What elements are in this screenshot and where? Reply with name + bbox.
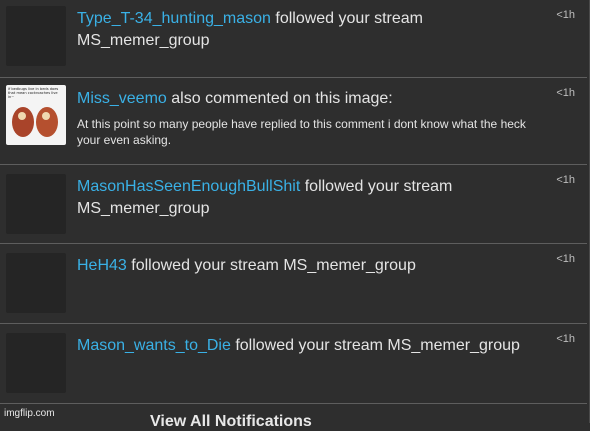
notification-action: followed your stream — [275, 10, 423, 27]
avatar[interactable] — [6, 333, 66, 393]
timestamp: <1h — [556, 87, 575, 99]
timestamp: <1h — [556, 333, 575, 345]
avatar[interactable] — [6, 6, 66, 66]
watermark: imgflip.com — [4, 408, 55, 419]
comment-image-thumbnail[interactable]: if bedbugs live in beds does that mean c… — [6, 85, 66, 145]
thumbnail-caption: if bedbugs live in beds does that mean c… — [8, 87, 59, 100]
notification-item[interactable]: if bedbugs live in beds does that mean c… — [0, 78, 587, 165]
timestamp: <1h — [556, 9, 575, 21]
notification-text: Mason_wants_to_Die followed your stream … — [77, 335, 537, 357]
notification-item[interactable]: MasonHasSeenEnoughBullShit followed your… — [0, 165, 587, 244]
notification-text: Miss_veemo also commented on this image: — [77, 88, 537, 110]
stream-name[interactable]: MS_memer_group — [77, 32, 210, 49]
timestamp: <1h — [556, 174, 575, 186]
notification-action: followed your stream — [235, 337, 383, 354]
notification-item[interactable]: Type_T-34_hunting_mason followed your st… — [0, 0, 587, 78]
meme-face-right — [42, 112, 50, 120]
avatar[interactable] — [6, 174, 66, 234]
notification-text: Type_T-34_hunting_mason followed your st… — [77, 8, 537, 52]
notification-item[interactable]: Mason_wants_to_Die followed your stream … — [0, 324, 587, 404]
notification-action: followed your stream — [304, 178, 453, 195]
stream-name[interactable]: MS_memer_group — [283, 257, 416, 274]
username-link[interactable]: MasonHasSeenEnoughBullShit — [77, 178, 300, 195]
username-link[interactable]: Mason_wants_to_Die — [77, 337, 231, 354]
notifications-panel: Type_T-34_hunting_mason followed your st… — [0, 0, 590, 430]
notification-text: MasonHasSeenEnoughBullShit followed your… — [77, 176, 537, 220]
view-all-notifications-link[interactable]: View All Notifications — [150, 413, 312, 431]
username-link[interactable]: HeH43 — [77, 257, 127, 274]
stream-name[interactable]: MS_memer_group — [387, 337, 520, 354]
comment-text[interactable]: At this point so many people have replie… — [77, 116, 532, 148]
timestamp: <1h — [556, 253, 575, 265]
meme-face-left — [18, 112, 26, 120]
username-link[interactable]: Miss_veemo — [77, 90, 167, 107]
notification-action: followed your stream — [131, 257, 279, 274]
notification-text: HeH43 followed your stream MS_memer_grou… — [77, 255, 537, 277]
stream-name[interactable]: MS_memer_group — [77, 200, 210, 217]
notification-item[interactable]: HeH43 followed your stream MS_memer_grou… — [0, 244, 587, 324]
avatar[interactable] — [6, 253, 66, 313]
username-link[interactable]: Type_T-34_hunting_mason — [77, 10, 271, 27]
notification-action: also commented on this image: — [171, 90, 393, 107]
